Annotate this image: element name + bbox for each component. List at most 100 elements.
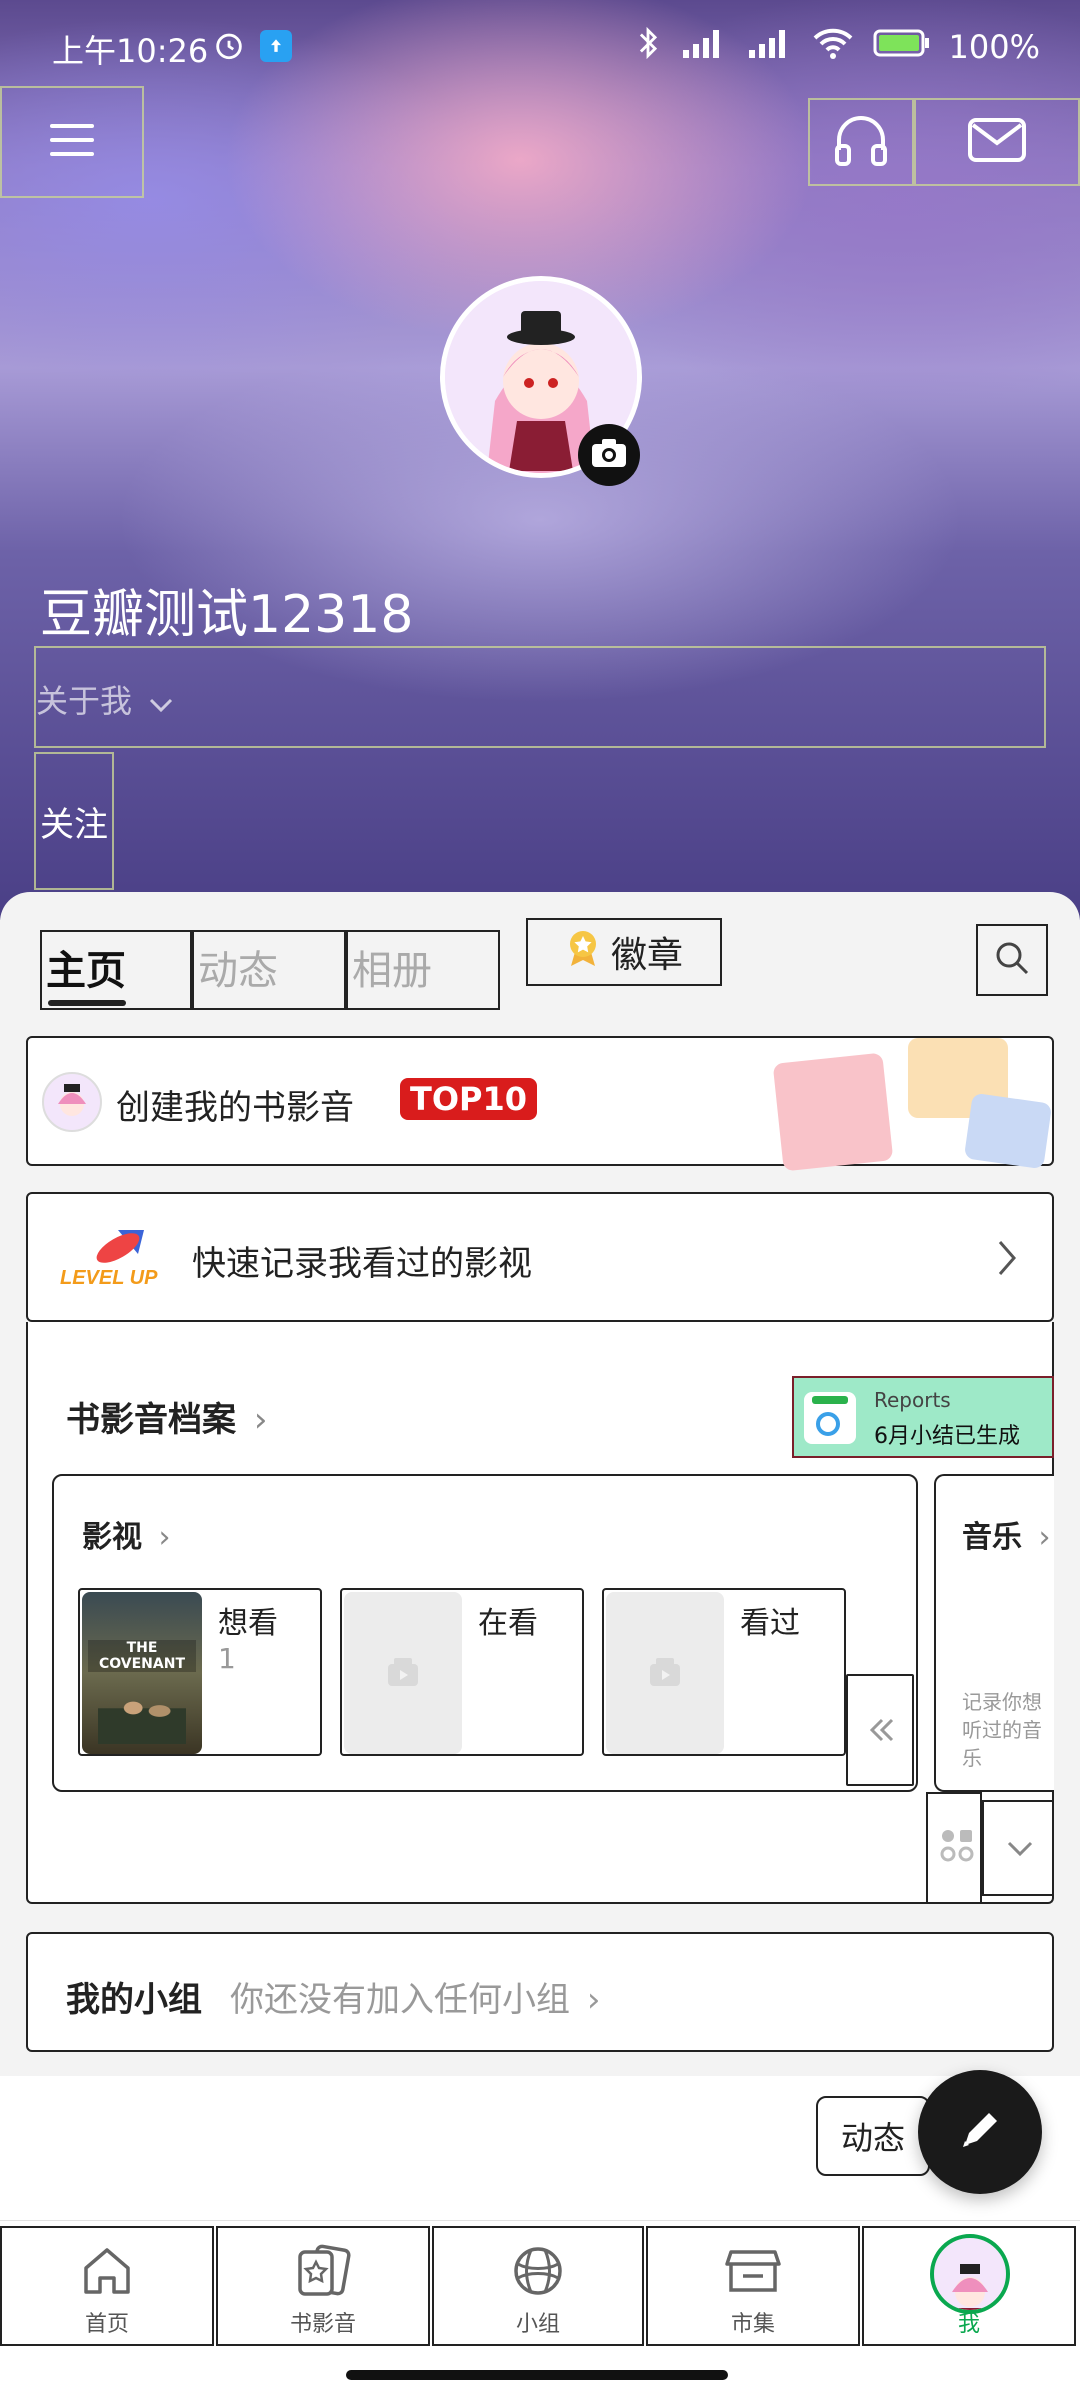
activity-float-button[interactable]: 动态 <box>816 2096 930 2176</box>
nav-market[interactable]: 市集 <box>646 2226 860 2346</box>
want-to-watch-item[interactable]: THE COVENANT 想看 1 <box>78 1588 322 1756</box>
groups-subtitle: 你还没有加入任何小组 › <box>230 1972 600 2021</box>
activity-float-label: 动态 <box>840 2119 905 2157</box>
placeholder-icon <box>386 1656 420 1692</box>
battery-percent: 100% <box>948 28 1040 66</box>
badge-label: 徽章 <box>610 935 683 976</box>
medal-icon <box>565 928 601 977</box>
nav-home[interactable]: 首页 <box>0 2226 214 2346</box>
rocket-level-up-icon: LEVEL UP! <box>58 1224 164 1298</box>
tab-home[interactable]: 主页 <box>40 930 192 1010</box>
archive-title[interactable]: 书影音档案 › <box>66 1392 267 1441</box>
collapse-left-button[interactable] <box>846 1674 914 1786</box>
poster-soldiers <box>98 1684 186 1744</box>
groups-subtitle-text: 你还没有加入任何小组 <box>230 1980 570 2020</box>
want-to-watch-label: 想看 <box>218 1606 278 1641</box>
reports-label: Reports <box>874 1388 951 1412</box>
nav-me[interactable]: 我 <box>862 2226 1076 2346</box>
placeholder-icon <box>648 1656 682 1692</box>
movie-poster: THE COVENANT <box>82 1592 202 1754</box>
chevron-right-icon <box>996 1238 1018 1282</box>
double-chevron-left-icon <box>868 1716 896 1748</box>
watching-label: 在看 <box>478 1606 538 1641</box>
nav-book-movie-music[interactable]: 书影音 <box>216 2226 430 2346</box>
nav-book-movie-music-label: 书影音 <box>289 2312 356 2337</box>
want-to-watch-count: 1 <box>218 1642 236 1675</box>
quick-record-card[interactable]: LEVEL UP! 快速记录我看过的影视 <box>26 1192 1054 1322</box>
status-indicators: 100% <box>635 26 1040 68</box>
movie-title: 影视 › <box>82 1512 170 1556</box>
reports-card[interactable]: Reports 6月小结已生成 <box>792 1376 1054 1458</box>
expand-button[interactable] <box>982 1800 1054 1896</box>
poster-title: THE COVENANT <box>88 1640 196 1672</box>
battery-icon <box>873 28 931 66</box>
reports-icon <box>804 1392 856 1444</box>
profile-tabs: 主页 动态 相册 <box>40 930 500 1010</box>
level-up-text: LEVEL UP! <box>60 1267 158 1289</box>
hamburger-icon <box>48 120 96 164</box>
follow-button[interactable]: 关注 <box>34 752 114 890</box>
compose-button[interactable] <box>918 2070 1042 2194</box>
alarm-icon <box>212 28 246 70</box>
about-me-toggle[interactable]: 关于我 <box>34 646 1046 748</box>
mail-button[interactable] <box>914 98 1080 186</box>
empty-poster <box>344 1592 462 1754</box>
headphones-icon <box>833 114 889 170</box>
watched-item[interactable]: 看过 <box>602 1588 846 1756</box>
search-icon <box>994 940 1030 980</box>
signal-icon-2 <box>745 26 793 68</box>
nav-me-label: 我 <box>957 2312 980 2337</box>
chevron-right-icon: › <box>158 1520 171 1555</box>
signal-icon <box>679 26 727 68</box>
movie-title-label: 影视 <box>82 1520 142 1555</box>
watching-item[interactable]: 在看 <box>340 1588 584 1756</box>
follow-label: 关注 <box>40 804 108 845</box>
chevron-down-icon <box>148 684 174 722</box>
archive-title-label: 书影音档案 <box>66 1400 236 1440</box>
pencil-icon <box>955 2105 1005 2159</box>
headphones-button[interactable] <box>808 98 914 186</box>
top10-label: TOP10 <box>410 1080 528 1118</box>
upload-icon <box>260 30 292 62</box>
watched-label: 看过 <box>740 1606 800 1641</box>
music-archive-card[interactable]: 音乐 › 记录你想听过的音乐 <box>934 1474 1054 1792</box>
tab-activity-label: 动态 <box>198 948 278 994</box>
my-groups-card[interactable]: 我的小组 你还没有加入任何小组 › <box>26 1932 1054 2052</box>
chevron-down-icon <box>1006 1840 1034 1862</box>
status-time: 上午10:26 <box>52 32 209 70</box>
small-avatar <box>42 1072 102 1132</box>
nav-avatar <box>930 2234 1010 2314</box>
groups-title: 我的小组 <box>66 1980 202 2020</box>
mail-icon <box>967 117 1027 167</box>
empty-poster <box>606 1592 724 1754</box>
create-top10-card[interactable]: 创建我的书影音 TOP10 <box>26 1036 1054 1172</box>
menu-button[interactable] <box>0 86 144 198</box>
camera-icon <box>590 437 628 473</box>
tab-album-label: 相册 <box>352 948 432 994</box>
music-hint: 记录你想听过的音乐 <box>962 1690 1042 1770</box>
reports-subtitle: 6月小结已生成 <box>874 1424 1020 1449</box>
top10-badge: TOP10 <box>400 1078 538 1120</box>
create-card-text: 创建我的书影音 <box>116 1088 354 1128</box>
music-title: 音乐 › <box>962 1512 1050 1556</box>
quick-record-text: 快速记录我看过的影视 <box>192 1244 532 1284</box>
tab-home-label: 主页 <box>46 948 126 994</box>
bluetooth-icon <box>635 26 661 68</box>
nav-home-label: 首页 <box>84 2312 129 2337</box>
archive-grid-button[interactable] <box>926 1792 982 1904</box>
tab-album[interactable]: 相册 <box>346 930 500 1010</box>
tab-activity[interactable]: 动态 <box>192 930 346 1010</box>
nav-market-label: 市集 <box>730 2312 775 2337</box>
chevron-right-icon: › <box>253 1400 268 1440</box>
music-title-label: 音乐 <box>962 1520 1022 1555</box>
status-bar: 上午10:26 100% <box>0 0 1080 95</box>
chevron-right-icon: › <box>1038 1520 1051 1555</box>
search-button[interactable] <box>976 924 1048 996</box>
nav-groups[interactable]: 小组 <box>432 2226 644 2346</box>
change-avatar-button[interactable] <box>578 424 640 486</box>
chevron-right-icon: › <box>586 1980 601 2020</box>
badge-button[interactable]: 徽章 <box>526 918 722 986</box>
about-me-label: 关于我 <box>36 682 133 720</box>
profile-name: 豆瓣测试12318 <box>40 585 414 645</box>
grid-icon <box>940 1828 974 1868</box>
